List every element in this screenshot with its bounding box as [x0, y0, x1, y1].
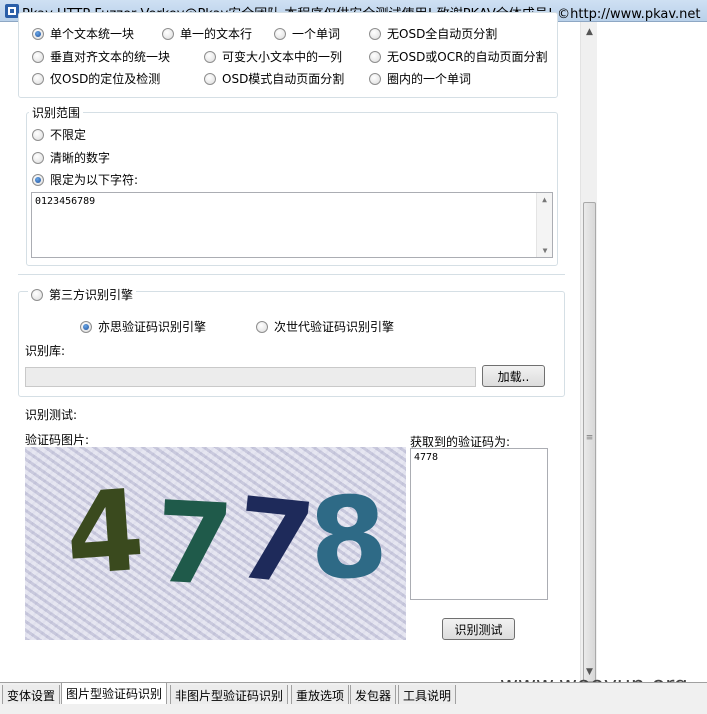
radio-dot — [32, 72, 44, 85]
lib-path-input[interactable] — [25, 367, 476, 387]
radio-label: 垂直对齐文本的统一块 — [50, 50, 171, 64]
captcha-digit: 4 — [62, 466, 149, 601]
radio-osd-auto-no-ocr[interactable]: 无OSD或OCR的自动页面分割 — [369, 48, 547, 65]
radio-osd-vertical-block[interactable]: 垂直对齐文本的统一块 — [32, 48, 170, 65]
captcha-digit: 7 — [152, 478, 237, 612]
radio-range-digits[interactable]: 清晰的数字 — [32, 149, 110, 166]
radio-label: 无OSD或OCR的自动页面分割 — [387, 50, 548, 64]
outer-group-bottom — [18, 274, 565, 276]
radio-label: 可变大小文本中的一列 — [222, 50, 343, 64]
radio-engine-next[interactable]: 次世代验证码识别引擎 — [256, 318, 394, 335]
radio-osd-only[interactable]: 仅OSD的定位及检测 — [32, 70, 160, 87]
tab-non-image-captcha[interactable]: 非图片型验证码识别 — [170, 685, 289, 705]
radio-dot — [162, 27, 174, 40]
tab-image-captcha[interactable]: 图片型验证码识别 — [61, 683, 168, 705]
radio-osd-circle-word[interactable]: 圈内的一个单词 — [369, 70, 471, 87]
tab-variant-settings[interactable]: 变体设置 — [2, 685, 61, 705]
radio-third-party[interactable]: 第三方识别引擎 — [28, 286, 137, 303]
radio-dot — [32, 128, 44, 141]
scroll-up-icon[interactable]: ▲ — [581, 24, 598, 40]
radio-dot — [32, 50, 44, 63]
scroll-up-icon[interactable]: ▲ — [537, 195, 552, 204]
captcha-image: 4 7 7 8 — [25, 447, 406, 640]
radio-dot — [274, 27, 286, 40]
radio-engine-yisi[interactable]: 亦思验证码识别引擎 — [80, 318, 206, 335]
status-bar — [0, 704, 707, 714]
captcha-glyphs: 4 7 7 8 — [62, 466, 391, 612]
radio-dot — [369, 27, 381, 40]
radio-label: 圈内的一个单词 — [387, 72, 472, 86]
radio-dot — [80, 320, 92, 333]
recognize-test-button[interactable]: 识别测试 — [442, 618, 515, 640]
captcha-image-label: 验证码图片: — [25, 433, 90, 447]
grip-icon: ≡ — [585, 433, 594, 443]
radio-dot — [32, 27, 44, 40]
range-legend: 识别范围 — [29, 104, 84, 121]
radio-label: 不限定 — [50, 128, 87, 142]
radio-dot — [204, 50, 216, 63]
radio-osd-single-block[interactable]: 单个文本统一块 — [32, 25, 134, 42]
radio-dot — [31, 288, 43, 301]
radio-osd-auto-page[interactable]: OSD模式自动页面分割 — [204, 70, 344, 87]
radio-label: 清晰的数字 — [50, 151, 111, 165]
radio-label: 单个文本统一块 — [50, 27, 135, 41]
radio-osd-auto-no-osd[interactable]: 无OSD全自动页分割 — [369, 25, 497, 42]
radio-dot — [204, 72, 216, 85]
radio-label: 仅OSD的定位及检测 — [50, 72, 161, 86]
radio-dot — [32, 173, 44, 186]
tab-bar: 变体设置 图片型验证码识别 非图片型验证码识别 重放选项 发包器 工具说明 — [0, 682, 707, 705]
radio-range-custom[interactable]: 限定为以下字符: — [32, 171, 138, 188]
charset-value: 0123456789 — [35, 196, 96, 207]
radio-label: 第三方识别引擎 — [49, 288, 134, 302]
main-scrollbar[interactable]: ▲ ≡ ▼ — [580, 22, 597, 682]
result-value: 4778 — [414, 452, 439, 463]
radio-label: 单一的文本行 — [180, 27, 253, 41]
radio-dot — [32, 151, 44, 164]
radio-label: OSD模式自动页面分割 — [222, 72, 345, 86]
charset-textarea[interactable]: 0123456789 ▲ ▼ — [31, 192, 553, 258]
result-textarea[interactable]: 4778 — [410, 448, 548, 600]
radio-label: 限定为以下字符: — [50, 173, 139, 187]
captcha-digit: 8 — [306, 472, 391, 606]
radio-osd-single-line[interactable]: 单一的文本行 — [162, 25, 252, 42]
radio-label: 亦思验证码识别引擎 — [98, 320, 207, 334]
radio-dot — [369, 72, 381, 85]
test-label: 识别测试: — [25, 408, 78, 422]
radio-osd-variable-column[interactable]: 可变大小文本中的一列 — [204, 48, 342, 65]
tab-packet-sender[interactable]: 发包器 — [350, 685, 397, 705]
scroll-down-icon[interactable]: ▼ — [537, 246, 553, 255]
radio-dot — [256, 320, 268, 333]
scroll-thumb[interactable]: ≡ — [583, 202, 596, 682]
load-button[interactable]: 加载.. — [482, 365, 545, 387]
radio-label: 次世代验证码识别引擎 — [274, 320, 395, 334]
radio-dot — [369, 50, 381, 63]
charset-scrollbar[interactable]: ▲ ▼ — [536, 193, 552, 257]
tab-replay-options[interactable]: 重放选项 — [291, 685, 350, 705]
radio-label: 无OSD全自动页分割 — [387, 27, 498, 41]
radio-range-none[interactable]: 不限定 — [32, 126, 86, 143]
radio-osd-single-word[interactable]: 一个单词 — [274, 25, 340, 42]
radio-label: 一个单词 — [292, 27, 341, 41]
tab-tool-help[interactable]: 工具说明 — [398, 685, 457, 705]
lib-label: 识别库: — [25, 344, 66, 358]
